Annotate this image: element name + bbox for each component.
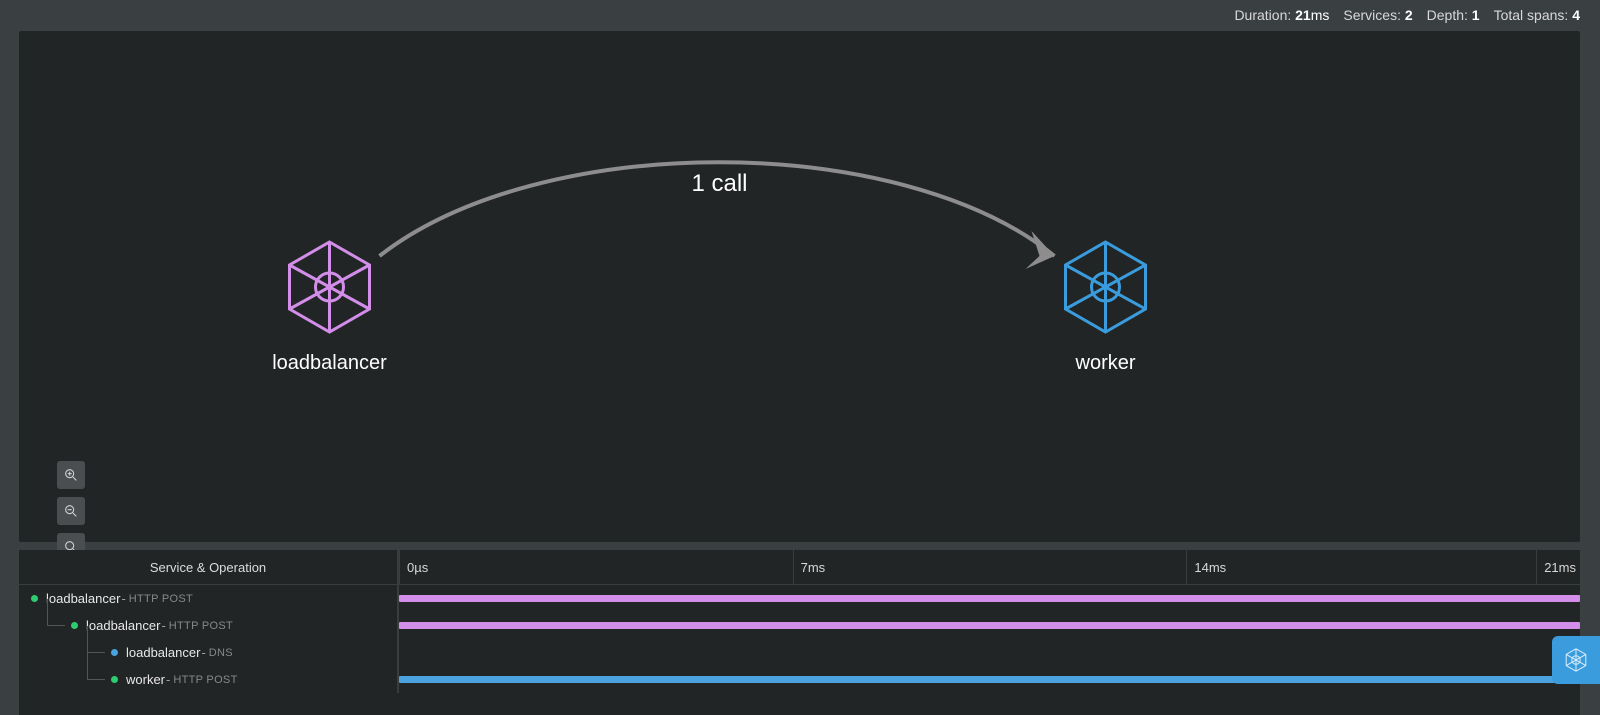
span-row-label: loadbalancer - HTTP POST bbox=[19, 585, 399, 612]
separator: - bbox=[121, 591, 125, 606]
operation-name: HTTP POST bbox=[169, 620, 233, 632]
span-bar-track bbox=[399, 612, 1580, 639]
span-bar-track bbox=[399, 639, 1580, 666]
span-bar[interactable] bbox=[399, 676, 1580, 683]
span-row-label: worker - HTTP POST bbox=[19, 666, 399, 693]
depth-label: Depth: bbox=[1427, 7, 1468, 23]
totalspans-stat: Total spans: 4 bbox=[1494, 7, 1580, 23]
zoom-out-icon bbox=[63, 503, 79, 519]
timeline-tick: 7ms bbox=[793, 550, 826, 585]
node-label: loadbalancer bbox=[272, 352, 387, 374]
timeline-header: Service & Operation 0µs 7ms 14ms 21ms bbox=[19, 550, 1580, 585]
system-architecture-button[interactable] bbox=[1552, 636, 1600, 684]
span-row-label: loadbalancer - HTTP POST bbox=[19, 612, 399, 639]
dependency-graph-panel[interactable]: 1 call loadbalancer bbox=[19, 31, 1580, 542]
status-dot-icon bbox=[111, 649, 118, 656]
span-rows: loadbalancer - HTTP POSTloadbalancer - H… bbox=[19, 585, 1580, 693]
span-row-label: loadbalancer - DNS bbox=[19, 639, 399, 666]
operation-name: DNS bbox=[209, 647, 233, 659]
duration-stat: Duration: 21ms bbox=[1234, 7, 1329, 23]
tick-label: 7ms bbox=[801, 560, 826, 575]
span-bar-track bbox=[399, 585, 1580, 612]
node-worker[interactable]: worker bbox=[1066, 242, 1146, 374]
timeline-tick: 21ms bbox=[1536, 550, 1576, 585]
separator: - bbox=[161, 618, 165, 633]
depth-value: 1 bbox=[1472, 7, 1480, 23]
span-bar[interactable] bbox=[399, 595, 1580, 602]
status-dot-icon bbox=[71, 622, 78, 629]
zoom-out-button[interactable] bbox=[57, 497, 85, 525]
cube-icon bbox=[290, 242, 370, 332]
cube-icon bbox=[1066, 242, 1146, 332]
cube-icon bbox=[1562, 646, 1590, 674]
graph-edge-label: 1 call bbox=[691, 170, 747, 197]
tick-label: 14ms bbox=[1194, 560, 1226, 575]
service-name: loadbalancer bbox=[126, 645, 200, 660]
timeline-tick: 14ms bbox=[1186, 550, 1226, 585]
timeline-header-label: Service & Operation bbox=[19, 550, 399, 584]
span-row[interactable]: loadbalancer - HTTP POST bbox=[19, 612, 1580, 639]
span-bar-track bbox=[399, 666, 1580, 693]
zoom-in-icon bbox=[63, 467, 79, 483]
tick-label: 21ms bbox=[1544, 560, 1576, 575]
trace-stats-bar: Duration: 21ms Services: 2 Depth: 1 Tota… bbox=[0, 0, 1580, 30]
span-bar[interactable] bbox=[399, 622, 1580, 629]
zoom-in-button[interactable] bbox=[57, 461, 85, 489]
separator: - bbox=[201, 645, 205, 660]
node-loadbalancer[interactable]: loadbalancer bbox=[272, 242, 387, 374]
separator: - bbox=[166, 672, 170, 687]
duration-label: Duration: bbox=[1234, 7, 1291, 23]
dependency-graph-svg: 1 call loadbalancer bbox=[19, 31, 1580, 542]
status-dot-icon bbox=[111, 676, 118, 683]
duration-unit: ms bbox=[1311, 7, 1330, 23]
timeline-ticks: 0µs 7ms 14ms 21ms bbox=[399, 550, 1580, 584]
services-label: Services: bbox=[1343, 7, 1401, 23]
depth-stat: Depth: 1 bbox=[1427, 7, 1480, 23]
totalspans-label: Total spans: bbox=[1494, 7, 1569, 23]
span-timeline: Service & Operation 0µs 7ms 14ms 21ms loadb… bbox=[19, 550, 1580, 715]
duration-value: 21 bbox=[1295, 7, 1311, 23]
span-row[interactable]: worker - HTTP POST bbox=[19, 666, 1580, 693]
totalspans-value: 4 bbox=[1572, 7, 1580, 23]
services-value: 2 bbox=[1405, 7, 1413, 23]
services-stat: Services: 2 bbox=[1343, 7, 1412, 23]
span-row[interactable]: loadbalancer - DNS bbox=[19, 639, 1580, 666]
span-row[interactable]: loadbalancer - HTTP POST bbox=[19, 585, 1580, 612]
status-dot-icon bbox=[31, 595, 38, 602]
zoom-controls bbox=[57, 461, 85, 561]
service-name: loadbalancer bbox=[86, 618, 160, 633]
operation-name: HTTP POST bbox=[173, 674, 237, 686]
service-name: loadbalancer bbox=[46, 591, 120, 606]
node-label: worker bbox=[1074, 352, 1135, 374]
service-name: worker bbox=[126, 672, 165, 687]
tick-label: 0µs bbox=[407, 560, 428, 575]
operation-name: HTTP POST bbox=[129, 593, 193, 605]
timeline-tick: 0µs bbox=[399, 550, 428, 585]
